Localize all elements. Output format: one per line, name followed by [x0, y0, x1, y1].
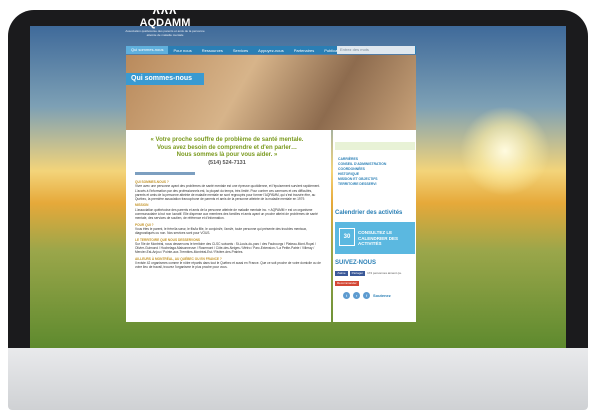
support-link[interactable]: Soutenez — [373, 293, 391, 298]
section-text: Vous êtes le parent, le frère/la sœur, l… — [135, 226, 307, 236]
nav-item-ressources[interactable]: Ressources — [197, 48, 228, 53]
social-icons: t r f Soutenez — [343, 292, 391, 299]
sidebar-link-territoire[interactable]: TERRITOIRE DESSERVI — [338, 182, 386, 187]
logo-mark: ʎʎʎ — [152, 2, 178, 17]
nav-item-appuyez-nous[interactable]: Appuyez-nous — [253, 48, 289, 53]
fb-share-button[interactable]: Partager — [349, 271, 366, 276]
twitter-icon[interactable]: t — [343, 292, 350, 299]
facebook-widget: J'aime Partager 174 personnes aiment ça. — [335, 271, 415, 276]
fb-like-button[interactable]: J'aime — [335, 271, 348, 276]
nav-item-services[interactable]: Services — [228, 48, 253, 53]
nav-item-partenaires[interactable]: Partenaires — [289, 48, 319, 53]
gplus-button[interactable]: Recommander — [335, 281, 359, 286]
facebook-icon[interactable]: f — [363, 292, 370, 299]
nav-item-qui-sommes-nous[interactable]: Qui sommes-nous — [126, 46, 169, 54]
phone-number[interactable]: (514) 524-7131 — [132, 160, 322, 166]
sidebar-links: CARRIÈRES CONSEIL D'ADMINISTRATION COORD… — [338, 157, 386, 187]
monitor-chin — [8, 348, 588, 410]
page-title: Qui sommes-nous — [126, 73, 204, 85]
calendar-heading: Calendrier des activités — [335, 210, 403, 216]
logo-name: AQDAMM — [139, 17, 191, 29]
section-text: Il existe 42 organismes comme le nôtre r… — [135, 261, 321, 270]
search-input[interactable]: Entrez des mots — [337, 46, 415, 54]
nav-item-pour-nous[interactable]: Pour nous — [168, 48, 196, 53]
divider — [135, 172, 195, 175]
calendar-icon: 30 — [339, 228, 355, 246]
section-text: Vivre avec une personne ayant des problè… — [135, 184, 321, 202]
quote-line-3: Nous sommes là pour vous aider. » — [176, 152, 278, 158]
rss-icon[interactable]: r — [353, 292, 360, 299]
quote-line-1: « Votre proche souffre de problème de sa… — [150, 137, 304, 143]
quote-line-2: Vous avez besoin de comprendre et d'en p… — [156, 144, 298, 151]
follow-heading: SUIVEZ-NOUS — [335, 260, 377, 266]
hero-image — [126, 55, 416, 130]
headline-quote: « Votre proche souffre de problème de sa… — [132, 137, 322, 160]
body-text: QUI SOMMES-NOUS ? Vivre avec une personn… — [135, 178, 322, 270]
sun-glow — [460, 106, 550, 196]
logo-tagline: Association québécoise des parents et am… — [125, 29, 205, 37]
sidebar-banner — [335, 142, 415, 150]
section-text: Sur l'île de Montréal, nous desservons l… — [135, 241, 316, 255]
fb-like-count: 174 personnes aiment ça. — [367, 271, 402, 275]
section-text: L'association québécoise des parents et … — [135, 207, 318, 221]
calendar-cta[interactable]: CONSULTEZ LE CALENDRIER DES ACTIVITÉS — [358, 230, 412, 247]
